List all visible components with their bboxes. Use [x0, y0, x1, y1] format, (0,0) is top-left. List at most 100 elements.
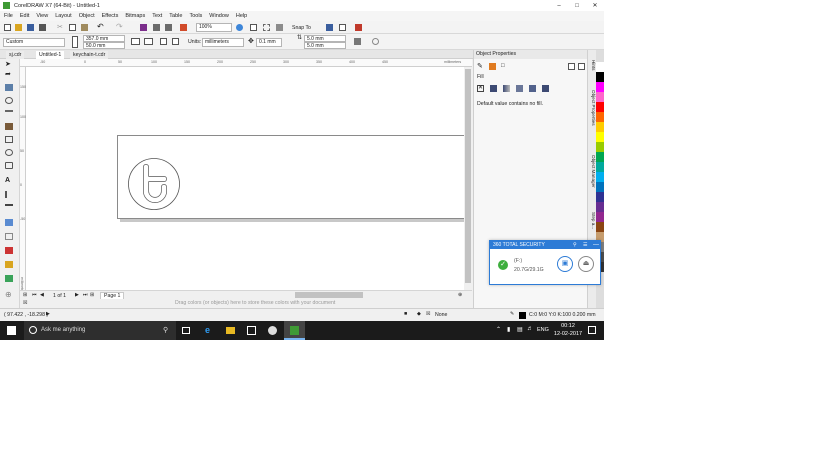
units-select[interactable]: millimeters — [202, 38, 244, 47]
page-preset-select[interactable]: Custom — [3, 38, 65, 47]
application-launcher-icon[interactable] — [326, 24, 333, 31]
smart-fill-tool-icon[interactable] — [5, 275, 13, 282]
play-macro-icon[interactable]: ▶ — [46, 311, 50, 317]
docker-options-icon[interactable] — [578, 63, 585, 70]
interactive-fill-tool-icon[interactable] — [5, 261, 13, 268]
color-swatch[interactable] — [596, 102, 604, 112]
current-page-icon[interactable] — [172, 38, 179, 45]
keychain-t-logo[interactable] — [127, 157, 183, 213]
zoom-tool-icon[interactable] — [5, 97, 13, 104]
open-folder-icon[interactable] — [15, 24, 22, 31]
color-swatch[interactable] — [596, 212, 604, 222]
menu-object[interactable]: Object — [79, 13, 95, 19]
horizontal-ruler[interactable]: -50 0 50 100 150 200 250 300 350 400 450… — [20, 59, 472, 67]
search-icon[interactable]: ⚲ — [573, 241, 577, 249]
polygon-tool-icon[interactable] — [5, 162, 13, 169]
page-width-field[interactable]: 357.0 mm — [83, 35, 125, 42]
parallel-dimension-tool-icon[interactable] — [5, 191, 13, 198]
tab-sj-cdr[interactable]: sj.cdr — [6, 51, 25, 59]
uniform-fill-icon[interactable] — [490, 85, 497, 92]
bitmap-pattern-fill-icon[interactable] — [529, 85, 536, 92]
first-page-icon[interactable]: ⏮ — [32, 292, 37, 299]
color-swatch[interactable] — [596, 172, 604, 182]
new-document-icon[interactable] — [4, 24, 11, 31]
shape-tool-icon[interactable]: ➦ — [5, 71, 13, 78]
tab-object-properties[interactable]: Object Properties — [589, 90, 596, 126]
transparency-tool-icon[interactable] — [5, 233, 13, 240]
paste-icon[interactable] — [81, 24, 88, 31]
fill-tab-icon[interactable] — [489, 63, 496, 70]
document-page[interactable] — [117, 135, 464, 219]
redo-icon[interactable]: ↷ — [116, 23, 123, 31]
tab-untitled-1[interactable]: Untitled-1 — [36, 51, 65, 59]
pick-tool-icon[interactable]: ➤ — [5, 61, 13, 68]
welcome-screen-icon[interactable] — [355, 24, 362, 31]
full-screen-preview-icon[interactable] — [236, 24, 243, 31]
fountain-fill-icon[interactable] — [503, 85, 510, 92]
menu-file[interactable]: File — [4, 13, 13, 19]
open-folder-icon[interactable]: ▣ — [557, 256, 573, 272]
menu-tools[interactable]: Tools — [189, 13, 202, 19]
rectangle-tool-icon[interactable] — [5, 136, 13, 143]
menu-window[interactable]: Window — [209, 13, 229, 19]
tab-hints[interactable]: Hints — [589, 60, 596, 70]
eject-icon[interactable]: ⏏ — [578, 256, 594, 272]
menu-layout[interactable]: Layout — [55, 13, 72, 19]
show-rulers-icon[interactable] — [250, 24, 257, 31]
tab-object-manager[interactable]: Object Manager — [589, 155, 596, 188]
show-grid-icon[interactable] — [263, 24, 270, 31]
export-icon[interactable] — [165, 24, 172, 31]
menu-edit[interactable]: Edit — [20, 13, 29, 19]
show-guidelines-icon[interactable] — [276, 24, 283, 31]
color-swatch[interactable] — [596, 182, 604, 192]
color-swatch[interactable] — [596, 122, 604, 132]
search-content-icon[interactable] — [140, 24, 147, 31]
save-icon[interactable] — [27, 24, 34, 31]
zoom-navigator-icon[interactable]: ⊕ — [458, 292, 462, 298]
artistic-media-tool-icon[interactable] — [5, 123, 13, 130]
menu-icon[interactable]: ☰ — [583, 241, 587, 249]
menu-text[interactable]: Text — [152, 13, 162, 19]
edge-browser-icon[interactable]: e — [205, 325, 210, 335]
connector-tool-icon[interactable] — [5, 204, 13, 206]
drawing-canvas[interactable] — [26, 67, 464, 290]
undo-icon[interactable]: ↶ — [97, 23, 104, 31]
clock-date[interactable]: 12-02-2017 — [550, 331, 586, 337]
page-height-field[interactable]: 50.0 mm — [83, 42, 125, 49]
copy-icon[interactable] — [69, 24, 76, 31]
minimize-button[interactable]: – — [550, 0, 568, 11]
show-hidden-icons-icon[interactable]: ⌃ — [496, 326, 501, 333]
minimize-popup-icon[interactable]: — — [593, 241, 599, 249]
color-swatch[interactable] — [596, 82, 604, 92]
options-icon[interactable] — [339, 24, 346, 31]
color-eyedropper-tool-icon[interactable] — [5, 247, 13, 254]
color-swatch[interactable] — [596, 202, 604, 212]
menu-table[interactable]: Table — [169, 13, 182, 19]
vertical-scroll-thumb[interactable] — [465, 69, 471, 283]
vertical-scrollbar[interactable] — [464, 67, 472, 290]
windows-start-icon[interactable] — [7, 326, 16, 335]
ellipse-tool-icon[interactable] — [5, 149, 13, 156]
tab-keychain-t-cdr[interactable]: keychain-t.cdr — [70, 51, 109, 59]
no-fill-button-icon[interactable]: ✕ — [477, 85, 484, 92]
add-page-end-icon[interactable]: ⊞ — [90, 292, 94, 298]
task-view-icon[interactable] — [182, 327, 190, 334]
color-swatch[interactable] — [596, 162, 604, 172]
document-palette[interactable]: ☒ Drag colors (or objects) here to store… — [20, 299, 472, 307]
portrait-icon[interactable] — [131, 38, 140, 45]
color-swatch[interactable] — [596, 152, 604, 162]
color-swatch[interactable] — [596, 92, 604, 102]
horizontal-scroll-thumb[interactable] — [295, 292, 363, 298]
add-tool-icon[interactable]: ⊕ — [5, 291, 13, 299]
color-swatch[interactable] — [596, 62, 604, 72]
menu-effects[interactable]: Effects — [102, 13, 119, 19]
tab-step-and-repeat[interactable]: Step a... — [589, 212, 596, 229]
store-icon[interactable] — [247, 326, 256, 335]
import-icon[interactable] — [153, 24, 160, 31]
input-language[interactable]: ENG — [537, 327, 549, 333]
file-explorer-icon[interactable] — [226, 327, 235, 334]
print-icon[interactable] — [39, 24, 46, 31]
network-icon[interactable]: ▤ — [517, 326, 523, 333]
color-swatch[interactable] — [596, 112, 604, 122]
microphone-icon[interactable]: ⚲ — [163, 326, 168, 334]
